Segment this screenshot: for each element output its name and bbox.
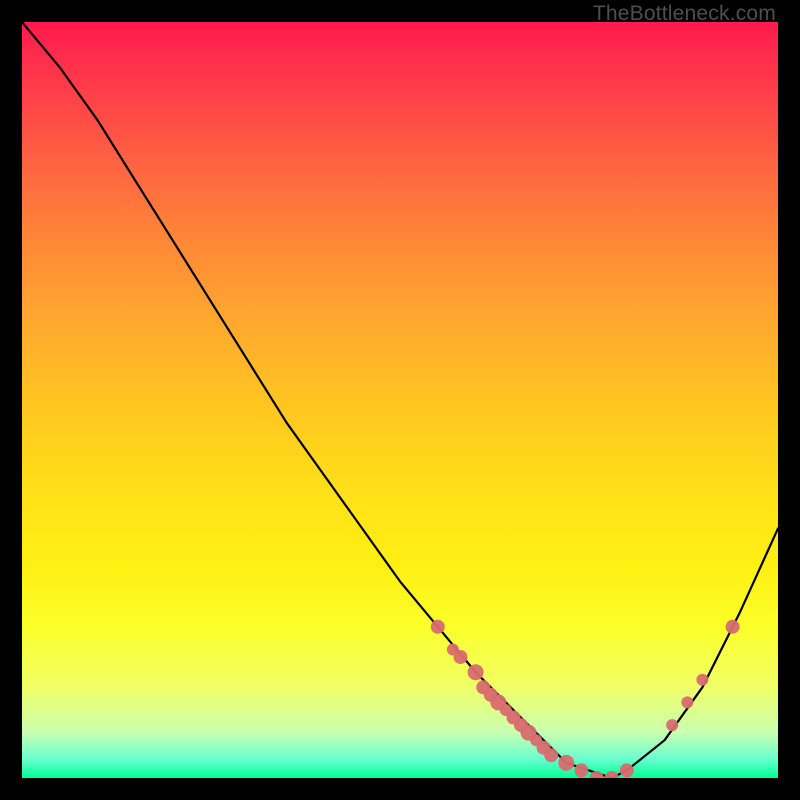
chart-area [22,22,778,778]
data-marker [620,763,634,777]
data-marker [726,620,740,634]
bottleneck-chart [22,22,778,778]
data-marker [454,650,468,664]
data-marker [696,674,708,686]
data-marker [574,763,588,777]
data-marker [681,696,693,708]
data-marker [558,755,574,771]
bottleneck-curve [22,22,778,778]
data-marker [666,719,678,731]
data-marker [605,771,619,778]
watermark-text: TheBottleneck.com [593,2,776,26]
data-marker [468,664,484,680]
data-marker [431,620,445,634]
data-marker [544,748,558,762]
